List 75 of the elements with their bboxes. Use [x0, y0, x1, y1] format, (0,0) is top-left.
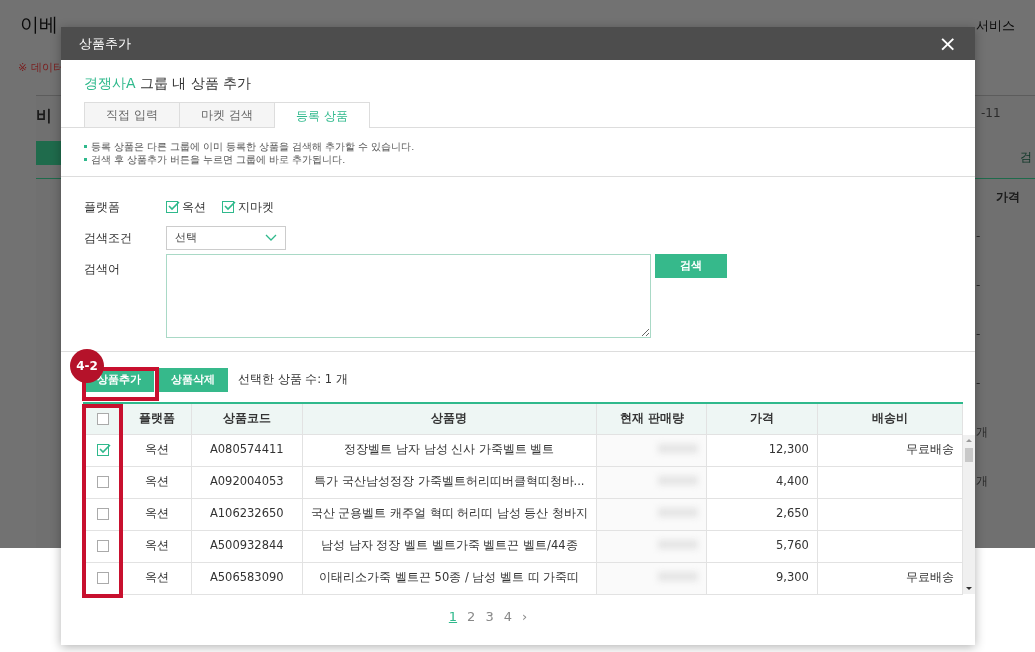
page-link[interactable]: 1 [443, 606, 463, 626]
page-link[interactable]: 2 [462, 606, 481, 626]
section-title: 비 [36, 105, 52, 127]
table-cell: 정장벨트 남자 남성 신사 가죽벨트 벨트 [302, 434, 597, 466]
checkbox[interactable] [97, 475, 110, 488]
tab[interactable]: 등록 상품 [274, 102, 370, 128]
row-text: - [976, 326, 981, 343]
checkbox[interactable] [222, 201, 234, 213]
close-button[interactable]: × [938, 32, 957, 55]
table-cell: 옥션 [122, 530, 192, 562]
field-label: 검색조건 [84, 230, 133, 247]
modal-title: 상품추가 [79, 34, 131, 53]
page-title: 이베 [20, 12, 58, 37]
column-header: 플랫폼 [122, 403, 192, 434]
search-button[interactable]: 검색 [655, 254, 727, 278]
group-name: 경쟁사A [84, 75, 136, 91]
next-page-button[interactable]: › [516, 606, 533, 626]
checkbox[interactable] [97, 443, 110, 456]
table-cell: 옥션 [122, 498, 192, 530]
table-cell: A092004053 [191, 466, 303, 498]
page-link[interactable]: 3 [480, 606, 499, 626]
column-header: 현재 판매량 [596, 403, 707, 434]
checkbox-label: 지마켓 [238, 199, 274, 216]
row-text: 개 [976, 424, 988, 441]
chevron-down-icon [265, 234, 277, 242]
note-text: 검색 후 상품추가 버튼을 누르면 그룹에 바로 추가됩니다. [91, 153, 346, 166]
table-cell: A506583090 [191, 562, 303, 594]
tab[interactable]: 마켓 검색 [179, 102, 275, 127]
table-cell: 12,300 [706, 434, 818, 466]
field-label: 검색어 [84, 261, 121, 278]
checkbox[interactable] [97, 539, 110, 552]
tab[interactable]: 직접 입력 [84, 102, 180, 127]
table-cell: 2,650 [706, 498, 818, 530]
column-header: 가격 [996, 189, 1020, 206]
checkbox[interactable] [97, 507, 110, 520]
checkbox[interactable] [166, 201, 178, 213]
column-header: 배송비 [817, 403, 963, 434]
scrollbar[interactable] [963, 435, 975, 594]
bullet-icon [84, 145, 87, 148]
table-cell: A500932844 [191, 530, 303, 562]
table-cell: 무료배송 [817, 434, 963, 466]
table-cell: 9,300 [706, 562, 818, 594]
table-cell: 국산 군용벨트 캐주얼 혁띠 허리띠 남성 등산 청바지 [302, 498, 597, 530]
table-cell: 옥션 [122, 434, 192, 466]
table-cell: 4,400 [706, 466, 818, 498]
field-label: 플랫폼 [84, 199, 121, 216]
delete-product-button[interactable]: 상품삭제 [158, 368, 228, 392]
bullet-icon [84, 158, 87, 161]
row-text: 개 [976, 473, 988, 490]
dialog-heading: 그룹 내 상품 추가 [140, 75, 252, 91]
checkbox[interactable] [97, 412, 110, 425]
table-cell: 5,760 [706, 530, 818, 562]
row-text: - [976, 375, 981, 392]
note-text: 등록 상품은 다른 그룹에 이미 등록한 상품을 검색해 추가할 수 있습니다. [91, 140, 415, 153]
search-label: 검 [1020, 149, 1032, 166]
table-cell: 무료배송 [817, 562, 963, 594]
column-header: 상품코드 [191, 403, 303, 434]
table-cell: 옥션 [122, 562, 192, 594]
row-text: - [976, 228, 981, 245]
table-cell: 옥션 [122, 466, 192, 498]
checkbox[interactable] [97, 571, 110, 584]
checkbox-label: 옥션 [182, 199, 206, 216]
table-cell: 특가 국산남성정장 가죽벨트허리띠버클혁띠청바... [302, 466, 597, 498]
date-text: -11 [981, 105, 1001, 122]
column-header: 상품명 [302, 403, 597, 434]
row-text: - [976, 277, 981, 294]
column-header: 가격 [706, 403, 818, 434]
table-cell: 이태리소가죽 벨트끈 50종 / 남성 벨트 띠 가죽띠 [302, 562, 597, 594]
table-cell: A080574411 [191, 434, 303, 466]
selected-count: 선택한 상품 수: 1 개 [238, 371, 348, 389]
table-cell: A106232650 [191, 498, 303, 530]
condition-select[interactable]: 선택 [166, 226, 286, 250]
keyword-field[interactable] [166, 254, 651, 338]
table-cell: 남성 남자 정장 벨트 벨트가죽 벨트끈 벨트/44종 [302, 530, 597, 562]
page-link[interactable]: 4 [498, 606, 517, 626]
